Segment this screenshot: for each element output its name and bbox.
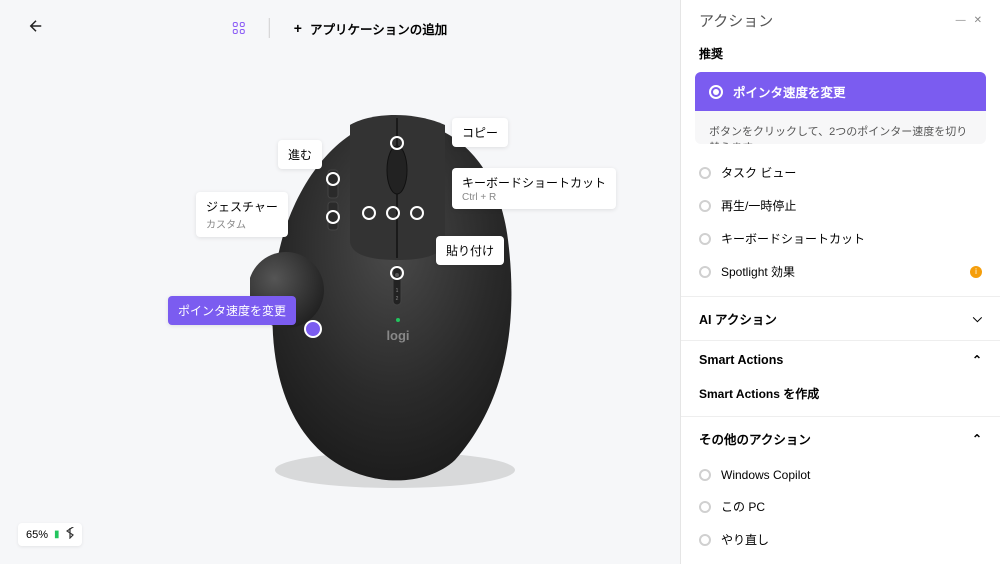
recommended-label: 推奨 — [681, 35, 1000, 72]
divider — [269, 18, 270, 38]
actions-panel: アクション — ✕ 推奨 ポインタ速度を変更 ボタンをクリックして、2つのポイン… — [680, 0, 1000, 564]
svg-text:1: 1 — [396, 288, 399, 294]
info-badge-icon: i — [970, 266, 982, 278]
close-icon[interactable]: ✕ — [974, 15, 982, 26]
other-options: Windows Copilot この PC やり直し — [681, 460, 1000, 564]
other-actions-section[interactable]: その他のアクション⌃ — [681, 416, 1000, 460]
radio-icon — [699, 501, 711, 513]
radio-icon — [699, 469, 711, 481]
minimize-icon[interactable]: — — [956, 15, 966, 26]
hotspot-pointer-speed[interactable] — [306, 322, 320, 336]
label-copy[interactable]: コピー — [452, 118, 508, 147]
status-bar: 65% ▮ — [18, 523, 82, 546]
action-title: ポインタ速度を変更 — [733, 82, 846, 101]
ai-actions-section[interactable]: AI アクション⌵ — [681, 296, 1000, 340]
radio-icon — [699, 266, 711, 278]
label-pointer-speed[interactable]: ポインタ速度を変更 — [168, 296, 296, 325]
action-desc: ボタンをクリックして、2つのポインター速度を切り替えます。 — [709, 123, 972, 144]
option-this-pc[interactable]: この PC — [699, 490, 982, 523]
radio-selected-icon — [709, 85, 723, 99]
svg-text:2: 2 — [396, 296, 399, 302]
hotspot-mid-left[interactable] — [362, 206, 376, 220]
hotspot-mid-right[interactable] — [410, 206, 424, 220]
plus-icon: + — [294, 20, 302, 36]
option-windows-copilot[interactable]: Windows Copilot — [699, 460, 982, 490]
chevron-down-icon: ⌵ — [973, 311, 982, 326]
hotspot-dpi[interactable] — [390, 266, 404, 280]
device-view: 1 2 logi 進む ジェスチャーカスタム ポインタ速度を変更 コピー キーボ… — [0, 80, 680, 564]
action-head[interactable]: ポインタ速度を変更 — [695, 72, 986, 111]
radio-icon — [699, 233, 711, 245]
hotspot-forward[interactable] — [326, 172, 340, 186]
battery-icon: ▮ — [54, 529, 60, 540]
label-gesture[interactable]: ジェスチャーカスタム — [196, 192, 288, 237]
option-spotlight[interactable]: Spotlight 効果i — [699, 255, 982, 288]
smart-actions-section[interactable]: Smart Actions⌃ — [681, 340, 1000, 379]
radio-icon — [699, 534, 711, 546]
window-controls: — ✕ — [956, 15, 982, 26]
hotspot-gesture[interactable] — [326, 210, 340, 224]
top-center: + アプリケーションの追加 — [233, 18, 447, 38]
smart-actions-create[interactable]: Smart Actions を作成 — [681, 379, 1000, 416]
chevron-up-icon: ⌃ — [972, 432, 982, 446]
option-redo[interactable]: やり直し — [699, 523, 982, 556]
radio-icon — [699, 167, 711, 179]
bluetooth-icon — [66, 527, 74, 542]
option-keyboard-shortcut[interactable]: キーボードショートカット — [699, 222, 982, 255]
option-task-view[interactable]: タスク ビュー — [699, 156, 982, 189]
svg-text:logi: logi — [386, 328, 409, 343]
action-body: ボタンをクリックして、2つのポインター速度を切り替えます。 ポインタ速度 1 4… — [695, 111, 986, 144]
label-kb-shortcut[interactable]: キーボードショートカットCtrl + R — [452, 168, 616, 209]
radio-icon — [699, 200, 711, 212]
apps-grid-icon[interactable] — [233, 22, 245, 34]
panel-title: アクション — [699, 10, 773, 31]
battery-percent: 65% — [26, 529, 48, 541]
hotspot-mid-center[interactable] — [386, 206, 400, 220]
chevron-up-icon: ⌃ — [972, 353, 982, 367]
back-button[interactable] — [24, 14, 48, 38]
label-paste[interactable]: 貼り付け — [436, 236, 504, 265]
option-play-pause[interactable]: 再生/一時停止 — [699, 189, 982, 222]
recommended-options: タスク ビュー 再生/一時停止 キーボードショートカット Spotlight 効… — [681, 156, 1000, 296]
add-app-label: アプリケーションの追加 — [310, 19, 447, 38]
main-area: + アプリケーションの追加 — [0, 0, 680, 564]
label-forward[interactable]: 進む — [278, 140, 322, 169]
add-application-button[interactable]: + アプリケーションの追加 — [294, 19, 447, 38]
selected-action-card: ポインタ速度を変更 ボタンをクリックして、2つのポインター速度を切り替えます。 … — [695, 72, 986, 144]
panel-header: アクション — ✕ — [681, 0, 1000, 35]
hotspot-wheel[interactable] — [390, 136, 404, 150]
